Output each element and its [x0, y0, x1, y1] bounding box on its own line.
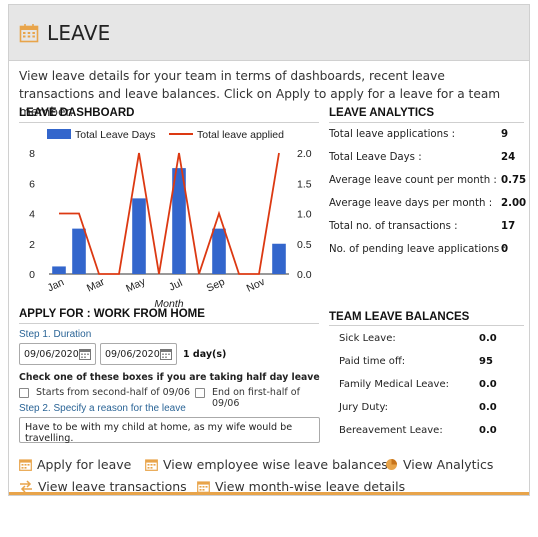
from-date-input[interactable]: 09/06/2020 [19, 343, 96, 365]
panel-header: LEAVE [9, 5, 529, 61]
y-right-tick-label: 2.0 [297, 148, 312, 160]
analytics-value: 0.75 [501, 175, 527, 186]
x-tick-label: May [124, 275, 148, 295]
analytics-title: LEAVE ANALYTICS [329, 107, 435, 119]
chart-bar [132, 198, 146, 274]
leave-panel: LEAVE View leave details for your team i… [8, 4, 530, 496]
employee-balances-link[interactable]: View employee wise leave balances [145, 457, 388, 472]
y-right-tick-label: 1.0 [297, 209, 312, 221]
chart-bar [212, 228, 226, 274]
duration-days: 1 day(s) [183, 349, 227, 360]
analytics-divider [329, 122, 524, 123]
y-left-tick-label: 6 [29, 178, 35, 190]
y-right-tick-label: 1.5 [297, 178, 312, 190]
calendar-icon [19, 23, 39, 42]
second-half-label: Starts from second-half of 09/06 [36, 387, 191, 398]
pie-chart-icon [386, 459, 397, 470]
step2-label: Step 2. Specify a reason for the leave [19, 403, 186, 414]
dashboard-title: LEAVE DASHBOARD [19, 107, 135, 119]
first-half-label: End on first-half of 09/06 [212, 387, 300, 409]
balance-label: Family Medical Leave: [339, 379, 449, 390]
page-title: LEAVE [47, 20, 111, 45]
apply-leave-label: Apply for leave [37, 457, 132, 472]
y-right-tick-label: 0.0 [297, 269, 312, 281]
balance-value: 0.0 [479, 333, 497, 344]
balance-label: Bereavement Leave: [339, 425, 443, 436]
analytics-value: 24 [501, 152, 516, 163]
chart-bar [72, 228, 86, 274]
view-analytics-label: View Analytics [403, 457, 494, 472]
legend-bar-label: Total Leave Days [75, 129, 156, 141]
calendar-icon [19, 459, 32, 471]
balance-label: Jury Duty: [339, 402, 389, 413]
accent-bar [9, 492, 529, 495]
second-half-checkbox[interactable] [19, 388, 29, 398]
balances-divider [329, 325, 524, 326]
y-left-tick-label: 8 [29, 148, 35, 160]
legend-bar-swatch [47, 129, 71, 139]
view-analytics-link[interactable]: View Analytics [385, 457, 493, 472]
analytics-label: Total leave applications : [329, 129, 456, 140]
analytics-label: No. of pending leave applications : [329, 244, 506, 255]
balance-value: 0.0 [479, 379, 497, 390]
apply-divider [19, 323, 319, 324]
analytics-value: 2.00 [501, 198, 527, 209]
chart-bar [52, 266, 66, 274]
apply-title: APPLY FOR : WORK FROM HOME [19, 308, 205, 320]
apply-leave-link[interactable]: Apply for leave [19, 457, 131, 472]
balance-value: 95 [479, 356, 493, 367]
employee-balances-label: View employee wise leave balances [163, 457, 388, 472]
legend-line-label: Total leave applied [197, 129, 284, 141]
analytics-label: Average leave days per month : [329, 198, 493, 209]
x-tick-label: Jul [167, 277, 184, 294]
analytics-label: Total no. of transactions : [329, 221, 458, 232]
step1-label: Step 1. Duration [19, 329, 92, 340]
leave-chart: Total Leave Days Total leave applied 0 2 4… [17, 123, 337, 313]
chart-line [59, 152, 280, 275]
first-half-checkbox[interactable] [195, 388, 205, 398]
reason-textarea[interactable]: Have to be with my child at home, as my … [19, 417, 320, 444]
from-date-value: 09/06/2020 [24, 348, 79, 360]
chart-bar [272, 243, 286, 274]
analytics-value: 17 [501, 221, 516, 232]
y-right-tick-label: 0.5 [297, 239, 312, 251]
balance-label: Sick Leave: [339, 333, 396, 344]
calendar-picker-icon[interactable] [160, 348, 172, 360]
x-tick-label: Nov [245, 276, 268, 295]
y-left-tick-label: 4 [29, 209, 35, 221]
balances-title: TEAM LEAVE BALANCES [329, 311, 470, 323]
half-day-hint: Check one of these boxes if you are taki… [19, 372, 320, 383]
x-tick-label: Jan [46, 276, 67, 294]
y-left-tick-label: 0 [29, 269, 35, 281]
balance-value: 0.0 [479, 402, 497, 413]
calendar-icon [145, 459, 158, 471]
to-date-input[interactable]: 09/06/2020 [100, 343, 177, 365]
balance-value: 0.0 [479, 425, 497, 436]
analytics-value: 9 [501, 129, 509, 140]
analytics-value: 0 [501, 244, 509, 255]
chart-svg: Total Leave Days Total leave applied 0 2 4… [29, 129, 312, 310]
analytics-label: Total Leave Days : [329, 152, 422, 163]
y-left-tick-label: 2 [29, 239, 35, 251]
to-date-value: 09/06/2020 [105, 348, 160, 360]
x-tick-label: Sep [205, 276, 227, 295]
chart-legend: Total Leave Days Total leave applied [47, 129, 284, 141]
x-tick-label: Mar [85, 276, 107, 295]
calendar-picker-icon[interactable] [79, 348, 91, 360]
analytics-label: Average leave count per month : [329, 175, 497, 186]
balance-label: Paid time off: [339, 356, 406, 367]
